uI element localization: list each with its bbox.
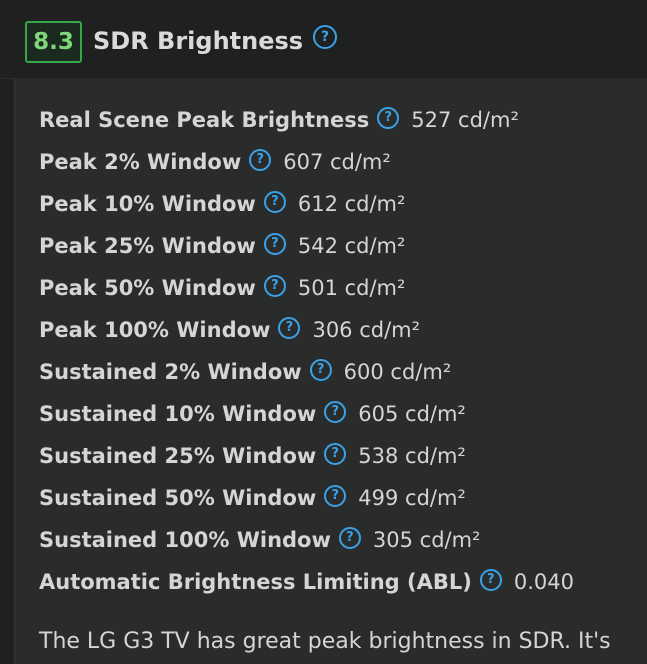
measurement-label: Sustained 100% Window	[39, 528, 331, 552]
help-icon[interactable]: ?	[338, 527, 361, 549]
measurement-label: Peak 10% Window	[39, 192, 256, 216]
measurement-value: 499 cd/m²	[358, 486, 466, 510]
measurement-value: 501 cd/m²	[297, 276, 406, 300]
measurement-label: Sustained 25% Window	[39, 444, 317, 468]
help-icon[interactable]: ?	[313, 25, 338, 49]
summary-text: The LG G3 TV has great peak brightness i…	[39, 629, 611, 654]
help-icon[interactable]: ?	[377, 107, 400, 129]
measurement-row: Peak 25% Window? 542 cd/m²	[39, 231, 405, 261]
measurement-row: Peak 2% Window? 607 cd/m²	[39, 147, 391, 177]
measurement-value: 605 cd/m²	[358, 402, 466, 426]
help-icon[interactable]: ?	[278, 317, 301, 339]
measurement-label: Sustained 10% Window	[39, 402, 317, 426]
measurement-label: Sustained 2% Window	[39, 360, 302, 384]
measurement-row: Sustained 2% Window? 600 cd/m²	[39, 357, 451, 387]
measurement-label: Peak 100% Window	[39, 318, 271, 342]
help-icon[interactable]: ?	[263, 275, 286, 297]
measurement-value: 612 cd/m²	[297, 192, 406, 216]
measurement-value: 600 cd/m²	[343, 360, 452, 384]
section-header: 8.3 SDR Brightness?	[0, 0, 647, 79]
measurement-row: Automatic Brightness Limiting (ABL)? 0.04…	[39, 567, 574, 597]
measurement-label: Automatic Brightness Limiting (ABL)	[39, 570, 472, 594]
measurement-value: 607 cd/m²	[283, 150, 391, 174]
help-icon[interactable]: ?	[324, 401, 347, 423]
measurement-label: Real Scene Peak Brightness	[39, 108, 370, 132]
help-icon[interactable]: ?	[479, 569, 502, 591]
measurement-label: Peak 50% Window	[39, 276, 256, 300]
measurement-value: 306 cd/m²	[312, 318, 421, 342]
measurement-label: Peak 25% Window	[39, 234, 256, 258]
help-icon[interactable]: ?	[309, 359, 332, 381]
measurement-value: 305 cd/m²	[372, 528, 481, 552]
help-icon[interactable]: ?	[324, 485, 347, 507]
measurement-value: 542 cd/m²	[297, 234, 406, 258]
measurements-panel: Real Scene Peak Brightness? 527 cd/m² Pea…	[14, 79, 647, 664]
measurement-row: Peak 50% Window? 501 cd/m²	[39, 273, 405, 303]
measurement-row: Peak 100% Window? 306 cd/m²	[39, 315, 420, 345]
help-icon[interactable]: ?	[263, 191, 286, 213]
measurement-row: Sustained 100% Window? 305 cd/m²	[39, 525, 480, 555]
measurement-value: 527 cd/m²	[411, 108, 519, 132]
measurement-value: 538 cd/m²	[358, 444, 466, 468]
score-badge: 8.3	[25, 21, 82, 63]
measurement-label: Sustained 50% Window	[39, 486, 317, 510]
measurement-row: Real Scene Peak Brightness? 527 cd/m²	[39, 105, 519, 135]
measurement-row: Sustained 50% Window? 499 cd/m²	[39, 483, 466, 513]
measurement-row: Sustained 25% Window? 538 cd/m²	[39, 441, 466, 471]
measurement-label: Peak 2% Window	[39, 150, 242, 174]
measurement-value: 0.040	[513, 570, 574, 594]
section-title-wrap: SDR Brightness?	[93, 24, 338, 58]
help-icon[interactable]: ?	[249, 149, 272, 171]
measurement-row: Peak 10% Window? 612 cd/m²	[39, 189, 405, 219]
section-title: SDR Brightness	[93, 27, 304, 55]
help-icon[interactable]: ?	[324, 443, 347, 465]
measurement-row: Sustained 10% Window? 605 cd/m²	[39, 399, 466, 429]
help-icon[interactable]: ?	[263, 233, 286, 255]
